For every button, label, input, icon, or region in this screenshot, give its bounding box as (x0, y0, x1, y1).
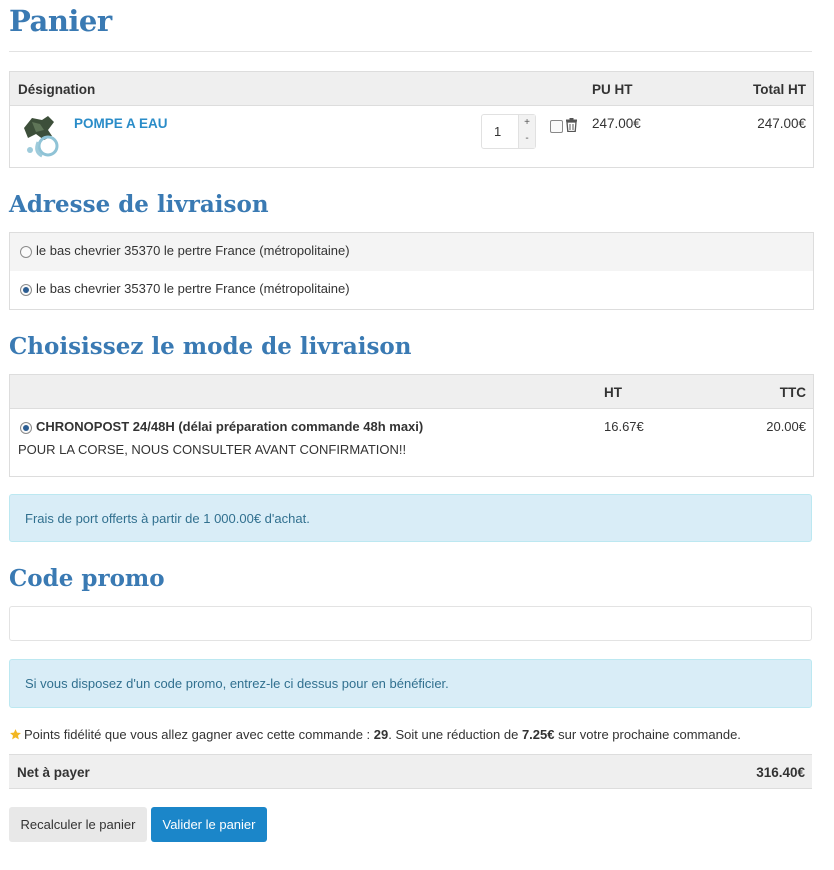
loyalty-discount-value: 7.25€ (521, 727, 555, 742)
title-divider (9, 51, 812, 52)
net-to-pay-value: 316.40€ (756, 765, 805, 780)
address-label: le bas chevrier 35370 le pertre France (… (36, 281, 350, 296)
cart-row: POMPE A EAU 1 + - 247.00€ 247.00€ (10, 106, 813, 167)
promo-info-alert: Si vous disposez d'un code promo, entrez… (9, 659, 812, 708)
recalculate-cart-button[interactable]: Recalculer le panier (9, 807, 147, 842)
loyalty-text-before: Points fidélité que vous allez gagner av… (24, 727, 374, 742)
star-icon (10, 729, 21, 740)
trash-icon[interactable] (565, 118, 578, 132)
cart-table-header: Désignation PU HT Total HT (10, 72, 813, 106)
shipping-mode-title: Choisissez le mode de livraison (9, 333, 412, 360)
address-label: le bas chevrier 35370 le pertre France (… (36, 243, 350, 258)
item-unit-price: 247.00€ (592, 116, 641, 131)
page-title: Panier (9, 4, 112, 38)
address-option-selected[interactable]: le bas chevrier 35370 le pertre France (… (9, 271, 814, 310)
loyalty-text-after: sur votre prochaine commande. (554, 727, 741, 742)
loyalty-points: Points fidélité que vous allez gagner av… (9, 727, 741, 742)
quantity-value[interactable]: 1 (494, 124, 501, 139)
loyalty-text-middle: . Soit une réduction de (388, 727, 522, 742)
net-to-pay-row: Net à payer 316.40€ (9, 754, 812, 789)
delivery-address-title: Adresse de livraison (9, 191, 269, 218)
shipping-price-ht: 16.67€ (604, 419, 644, 434)
net-to-pay-label: Net à payer (17, 765, 90, 780)
address-option[interactable]: le bas chevrier 35370 le pertre France (… (9, 232, 814, 272)
header-ht: HT (604, 385, 622, 400)
free-shipping-text: Frais de port offerts à partir de 1 000.… (25, 511, 310, 526)
shipping-option-note: POUR LA CORSE, NOUS CONSULTER AVANT CONF… (18, 442, 407, 457)
shipping-radio-selected[interactable] (20, 422, 32, 434)
header-ttc: TTC (779, 385, 806, 400)
item-select-checkbox[interactable] (550, 120, 563, 133)
quantity-minus-button[interactable]: - (519, 131, 535, 147)
promo-code-input[interactable] (9, 606, 812, 641)
item-total-price: 247.00€ (757, 116, 806, 131)
address-radio-selected[interactable] (20, 284, 32, 296)
shipping-option[interactable]: CHRONOPOST 24/48H (délai préparation com… (10, 409, 813, 476)
header-pu-ht: PU HT (592, 82, 633, 97)
shipping-option-name: CHRONOPOST 24/48H (délai préparation com… (36, 419, 424, 434)
quantity-buttons: + - (518, 115, 535, 148)
quantity-plus-button[interactable]: + (519, 115, 535, 131)
promo-info-text: Si vous disposez d'un code promo, entrez… (25, 676, 449, 691)
free-shipping-alert: Frais de port offerts à partir de 1 000.… (9, 494, 812, 542)
validate-cart-button[interactable]: Valider le panier (151, 807, 267, 842)
shipping-table-header: HT TTC (10, 375, 813, 409)
header-total-ht: Total HT (753, 82, 806, 97)
promo-code-title: Code promo (9, 565, 165, 592)
shipping-price-ttc: 20.00€ (766, 419, 806, 434)
shipping-table: HT TTC CHRONOPOST 24/48H (délai préparat… (9, 374, 814, 477)
product-name-link[interactable]: POMPE A EAU (74, 116, 168, 131)
loyalty-points-value: 29 (373, 727, 389, 742)
address-radio[interactable] (20, 246, 32, 258)
quantity-stepper[interactable]: 1 + - (481, 114, 536, 149)
header-designation: Désignation (18, 82, 96, 97)
cart-table: Désignation PU HT Total HT POMPE A EAU 1… (9, 71, 814, 168)
product-thumbnail[interactable] (18, 112, 64, 160)
